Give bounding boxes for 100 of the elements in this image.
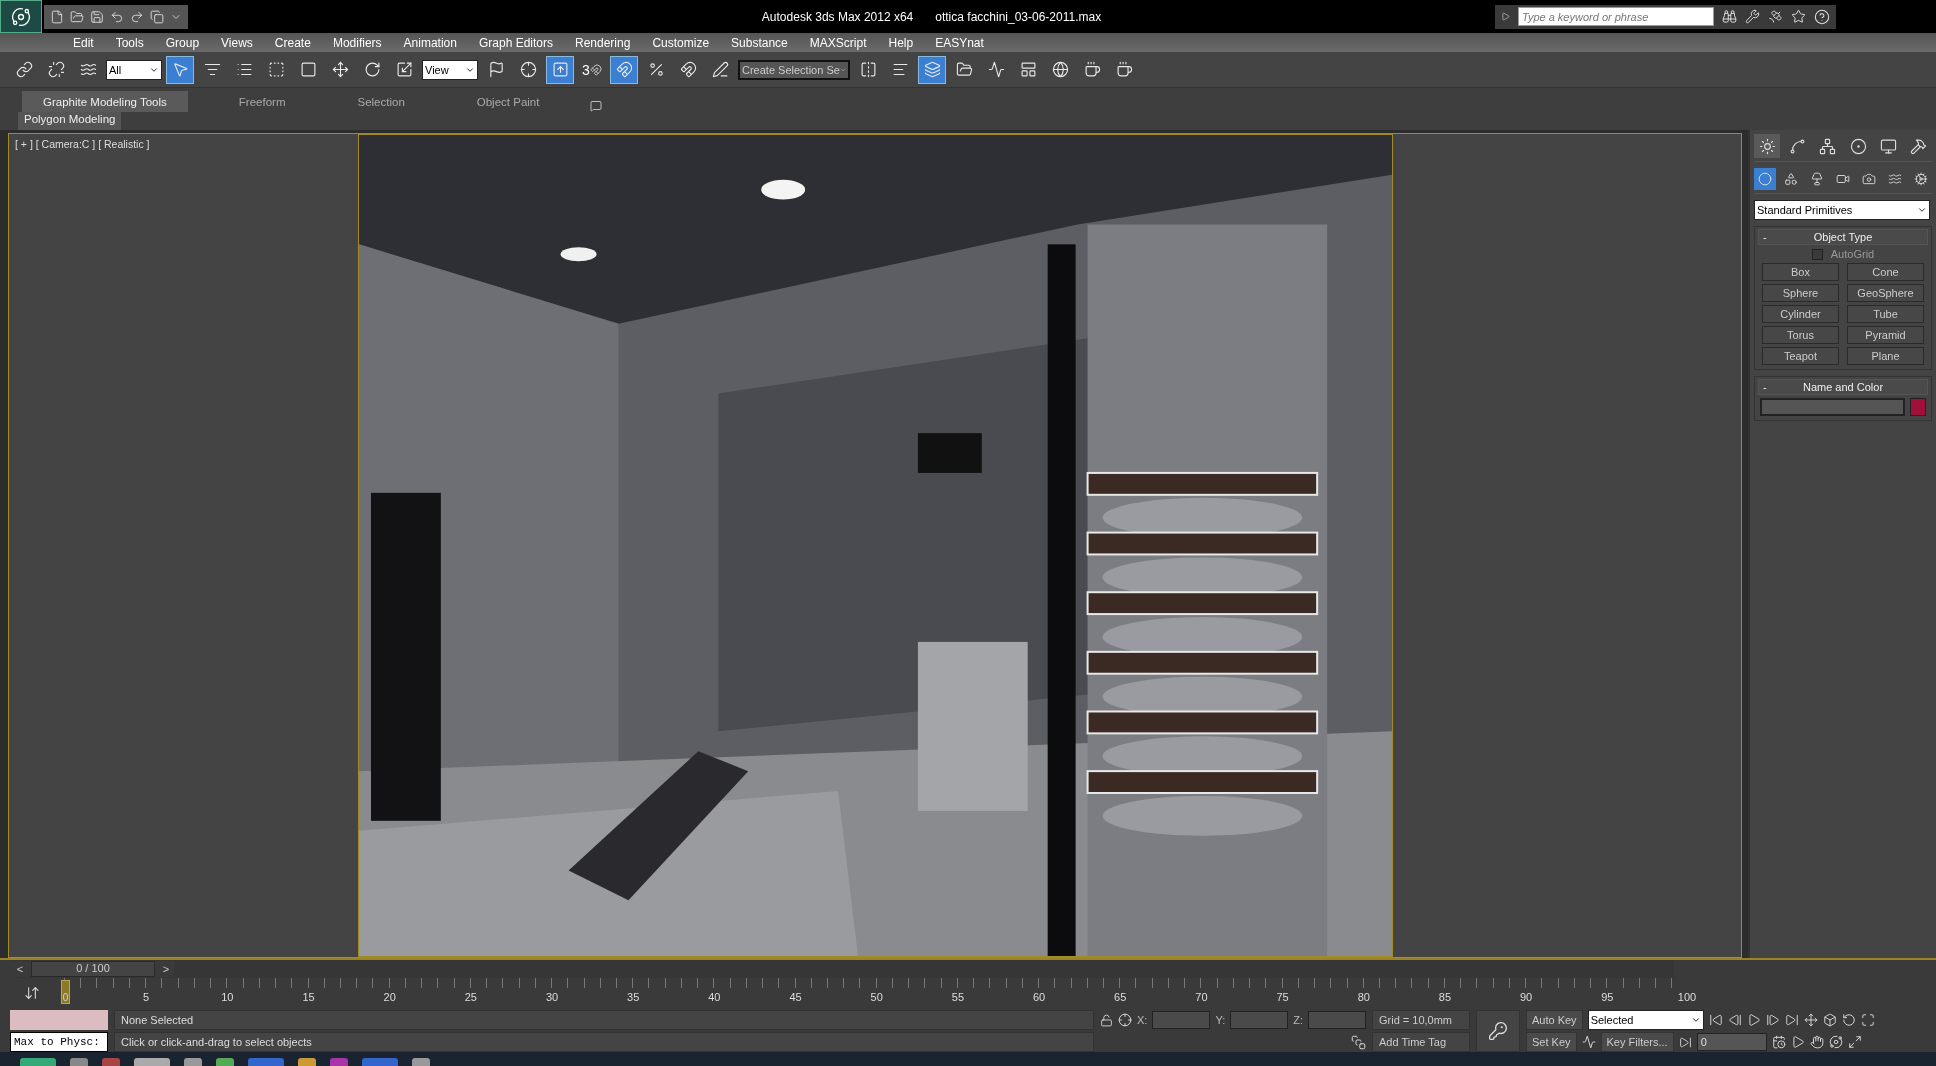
crosshair-icon — [519, 61, 537, 78]
coordinate-field[interactable] — [1230, 1011, 1289, 1029]
rollout-header[interactable]: - Object Type — [1758, 229, 1928, 245]
frame-number: 25 — [464, 991, 477, 1003]
undo-icon — [110, 9, 124, 24]
primitive-button[interactable]: Pyramid — [1847, 326, 1924, 344]
menu-item[interactable]: Create — [263, 35, 322, 50]
add-time-tag-button[interactable]: Add Time Tag — [1372, 1032, 1470, 1052]
go-to-end-icon — [1784, 1013, 1799, 1027]
frame-number: 90 — [1519, 991, 1533, 1003]
key-mode-dropdown[interactable]: Selected — [1587, 1010, 1704, 1030]
menu-item[interactable]: Animation — [392, 35, 468, 50]
time-config-icon — [1771, 1035, 1786, 1049]
coordinate-field[interactable] — [1152, 1011, 1211, 1029]
coordinate-field[interactable] — [1308, 1011, 1366, 1029]
search-field[interactable]: Type a keyword or phrase — [1518, 7, 1714, 26]
maximize-icon — [1860, 1013, 1875, 1027]
auto-key-button[interactable]: Auto Key — [1526, 1010, 1583, 1030]
next-frame-icon — [1765, 1013, 1780, 1027]
primitive-button[interactable]: Plane — [1847, 347, 1924, 365]
toolbar-button[interactable]: 3 — [578, 55, 606, 84]
ribbon-tab[interactable]: Graphite Modeling Tools — [22, 91, 188, 112]
curve-icon — [987, 61, 1005, 78]
coordinate-label: Z: — [1293, 1014, 1303, 1026]
monitor-icon — [1879, 137, 1897, 155]
menu-item[interactable]: Views — [210, 35, 264, 50]
cube-icon — [1822, 1013, 1837, 1027]
menu-item[interactable]: Help — [877, 35, 925, 50]
menu-item[interactable]: Substance — [720, 35, 799, 50]
viewport[interactable]: [ + ] [ Camera:C ] [ Realistic ] — [8, 133, 1742, 958]
menu-item[interactable]: Rendering — [564, 35, 642, 50]
frame-number: 60 — [1032, 991, 1046, 1003]
menu-item[interactable]: Graph Editors — [467, 35, 564, 50]
ribbon-tab[interactable]: Object Paint — [455, 91, 561, 112]
teapot-icon — [1115, 61, 1133, 78]
menu-item[interactable]: Modifiers — [321, 35, 393, 50]
pointer-icon — [171, 61, 189, 78]
lamp-icon — [1810, 172, 1824, 186]
teapot-icon — [1083, 61, 1101, 78]
caret-icon — [1690, 1015, 1701, 1025]
menu-item[interactable]: MAXScript — [798, 35, 878, 50]
set-key-text-button[interactable]: Set Key — [1526, 1032, 1577, 1052]
app-menu-button[interactable] — [0, 0, 42, 33]
previous-frame-icon — [1727, 1013, 1742, 1027]
toolbar-button[interactable] — [546, 55, 574, 84]
rotate-icon — [363, 61, 381, 78]
menu-item[interactable]: Customize — [641, 35, 721, 50]
menu-item[interactable]: Tools — [104, 35, 155, 50]
toolbar-button[interactable] — [166, 55, 194, 84]
frame-field[interactable]: 0 — [1696, 1033, 1767, 1051]
ribbon-tab[interactable]: Selection — [336, 91, 426, 112]
wrench-icon — [1745, 9, 1760, 24]
rollout-header[interactable]: - Name and Color — [1758, 379, 1928, 395]
go-to-start-icon — [1708, 1013, 1723, 1027]
prompt-text: Click or click-and-drag to select objects — [114, 1032, 1094, 1052]
ribbon-panel[interactable]: Polygon Modeling — [18, 112, 122, 130]
toolbar-button[interactable] — [610, 55, 638, 84]
toolbar-button[interactable] — [918, 55, 946, 84]
named-selection-dropdown[interactable]: Create Selection Se — [738, 59, 850, 80]
frame-number: 100 — [1677, 991, 1697, 1003]
layers-icon — [923, 61, 941, 78]
satellite-icon — [1768, 9, 1783, 24]
list-icon — [235, 61, 253, 78]
primitive-button[interactable]: Cylinder — [1762, 305, 1839, 323]
frame-counter: 0 / 100 — [31, 961, 155, 977]
gears-icon — [1914, 172, 1928, 186]
set-key-button[interactable] — [1476, 1010, 1520, 1052]
frame-number: 35 — [627, 991, 640, 1003]
menu-item[interactable]: EASYnat — [924, 35, 995, 50]
expand-icon — [1501, 12, 1510, 21]
reference-coordinate-dropdown[interactable]: View — [422, 59, 478, 80]
key-filters-button[interactable]: Key Filters... — [1600, 1032, 1674, 1052]
square-icon — [299, 61, 317, 78]
primitive-button[interactable]: Torus — [1762, 326, 1839, 344]
time-slider-thumb[interactable]: < 0 / 100 > — [12, 961, 174, 977]
time-slider-track[interactable]: < 0 / 100 > — [12, 960, 1674, 978]
primitive-button[interactable]: Sphere — [1762, 284, 1839, 302]
primitive-button[interactable]: Teapot — [1762, 347, 1839, 365]
primitive-button[interactable]: Tube — [1847, 305, 1924, 323]
primitive-button[interactable]: Cone — [1847, 263, 1924, 281]
viewport-label[interactable]: [ + ] [ Camera:C ] [ Realistic ] — [15, 138, 150, 150]
hierarchy-icon — [1819, 137, 1837, 155]
color-swatch[interactable] — [1910, 398, 1926, 416]
menu-item[interactable]: Edit — [62, 35, 105, 50]
pan-hand-icon — [1809, 1035, 1824, 1049]
name-field[interactable] — [1760, 398, 1905, 416]
selection-filter-dropdown[interactable]: All — [106, 59, 162, 80]
link-icon — [15, 61, 33, 78]
menu-item[interactable]: Group — [154, 35, 211, 50]
category-dropdown[interactable]: Standard Primitives — [1754, 200, 1930, 220]
listener-field[interactable]: Max to Physc: — [10, 1032, 108, 1052]
coordinate-label: X: — [1137, 1014, 1148, 1026]
frame-number: 65 — [1114, 991, 1127, 1003]
timeline-ruler[interactable]: 0 5 10 15 20 25 30 35 40 45 50 55 60 65 70 75 80 85 90 95 100 — [58, 978, 1703, 1008]
panel-tab[interactable] — [1754, 134, 1781, 158]
ribbon-tab[interactable]: Freeform — [217, 91, 307, 112]
primitive-button[interactable]: Box — [1762, 263, 1839, 281]
autogrid-checkbox[interactable]: AutoGrid — [1758, 248, 1928, 260]
primitive-button[interactable]: GeoSphere — [1847, 284, 1924, 302]
frame-number: 40 — [708, 991, 721, 1003]
